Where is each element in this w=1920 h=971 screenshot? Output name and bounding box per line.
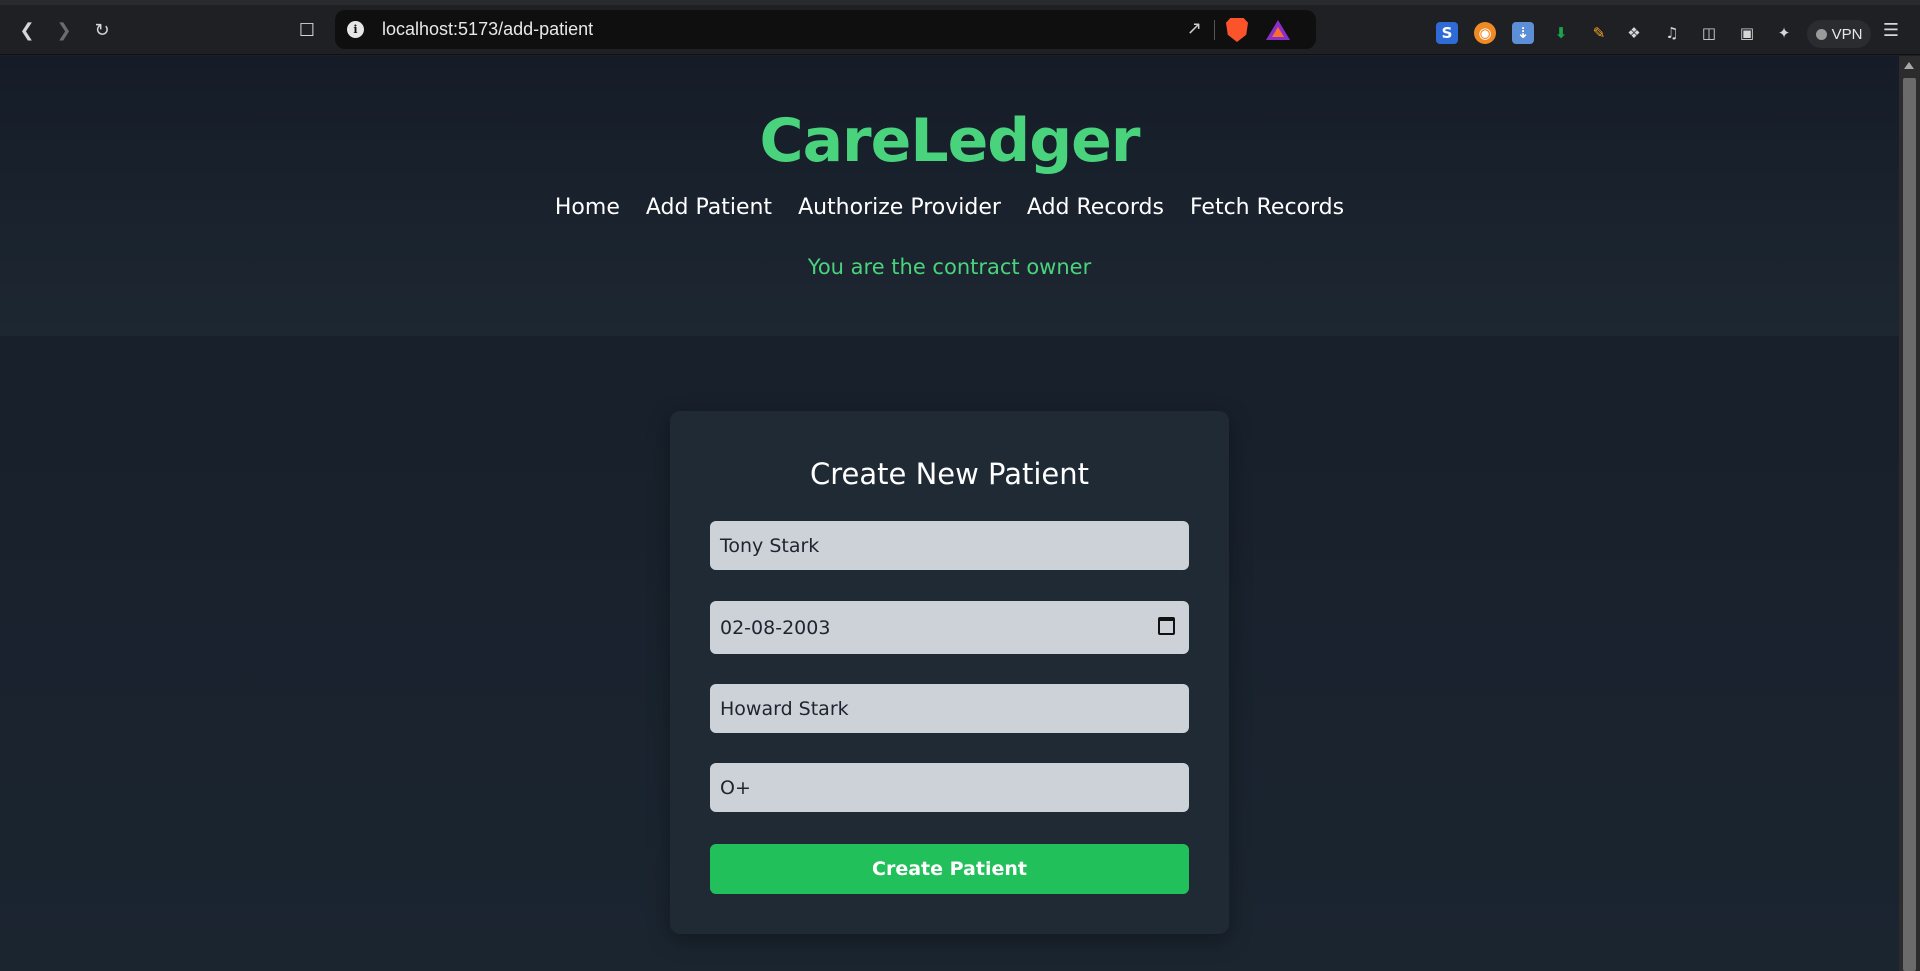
- app-header: CareLedger Home Add Patient Authorize Pr…: [0, 56, 1899, 336]
- address-bar[interactable]: i localhost:5173/add-patient ↗: [335, 10, 1316, 49]
- vpn-label: VPN: [1831, 25, 1863, 43]
- brand-title: CareLedger: [759, 106, 1141, 176]
- reload-icon[interactable]: ↻: [89, 17, 115, 43]
- download-extension-icon[interactable]: ⇣: [1512, 22, 1534, 44]
- owner-status: You are the contract owner: [807, 255, 1092, 279]
- wallet-icon[interactable]: ▣: [1736, 22, 1758, 44]
- create-patient-card: Create New Patient Tony Stark 02-08-2003…: [670, 411, 1229, 934]
- share-icon[interactable]: ↗: [1187, 18, 1202, 39]
- url-text[interactable]: localhost:5173/add-patient: [382, 19, 593, 40]
- nav-authorize-provider[interactable]: Authorize Provider: [798, 195, 1001, 220]
- metamask-icon[interactable]: ◉: [1474, 22, 1496, 44]
- dob-value: 02-08-2003: [720, 616, 831, 639]
- page-body: CareLedger Home Add Patient Authorize Pr…: [0, 56, 1899, 971]
- brave-rewards-icon[interactable]: [1266, 20, 1290, 40]
- form-title: Create New Patient: [809, 457, 1090, 491]
- forward-icon[interactable]: ❯: [51, 17, 77, 43]
- blood-group-input[interactable]: O+: [710, 763, 1189, 812]
- patient-name-input[interactable]: Tony Stark: [710, 521, 1189, 570]
- scrollbar-thumb[interactable]: [1903, 78, 1916, 971]
- back-icon[interactable]: ❮: [14, 17, 40, 43]
- patient-name-value: Tony Stark: [720, 534, 820, 557]
- extensions-icon[interactable]: ❖: [1623, 22, 1645, 44]
- nav-fetch-records[interactable]: Fetch Records: [1190, 195, 1344, 220]
- pen-icon[interactable]: ✎: [1588, 22, 1610, 44]
- sidebar-icon[interactable]: ◫: [1698, 22, 1720, 44]
- dob-date-input[interactable]: 02-08-2003: [710, 601, 1189, 654]
- scroll-up-icon[interactable]: [1904, 62, 1914, 69]
- info-icon[interactable]: i: [347, 21, 364, 38]
- guardian-name-input[interactable]: Howard Stark: [710, 684, 1189, 733]
- address-separator: [1214, 20, 1215, 40]
- create-patient-button[interactable]: Create Patient: [710, 844, 1189, 894]
- blood-group-value: O+: [720, 776, 751, 799]
- page-scrollbar[interactable]: [1899, 56, 1920, 971]
- menu-icon[interactable]: ☰: [1878, 17, 1904, 43]
- vpn-button[interactable]: VPN: [1807, 20, 1871, 48]
- calendar-icon[interactable]: [1158, 617, 1175, 635]
- nav-add-records[interactable]: Add Records: [1027, 195, 1164, 220]
- main-nav: Home Add Patient Authorize Provider Add …: [0, 195, 1899, 220]
- nav-add-patient[interactable]: Add Patient: [646, 195, 772, 220]
- bookmark-icon[interactable]: ☐: [294, 17, 320, 43]
- brave-shield-icon[interactable]: [1226, 18, 1248, 42]
- music-icon[interactable]: ♫: [1661, 22, 1683, 44]
- guardian-name-value: Howard Stark: [720, 697, 849, 720]
- browser-toolbar: ❮ ❯ ↻ ☐ i localhost:5173/add-patient ↗ S…: [0, 5, 1920, 55]
- s-extension-icon[interactable]: S: [1436, 22, 1458, 44]
- nav-home[interactable]: Home: [555, 195, 620, 220]
- green-arrow-icon[interactable]: ⬇: [1550, 22, 1572, 44]
- leo-ai-icon[interactable]: ✦: [1773, 22, 1795, 44]
- vpn-status-dot: [1815, 28, 1827, 40]
